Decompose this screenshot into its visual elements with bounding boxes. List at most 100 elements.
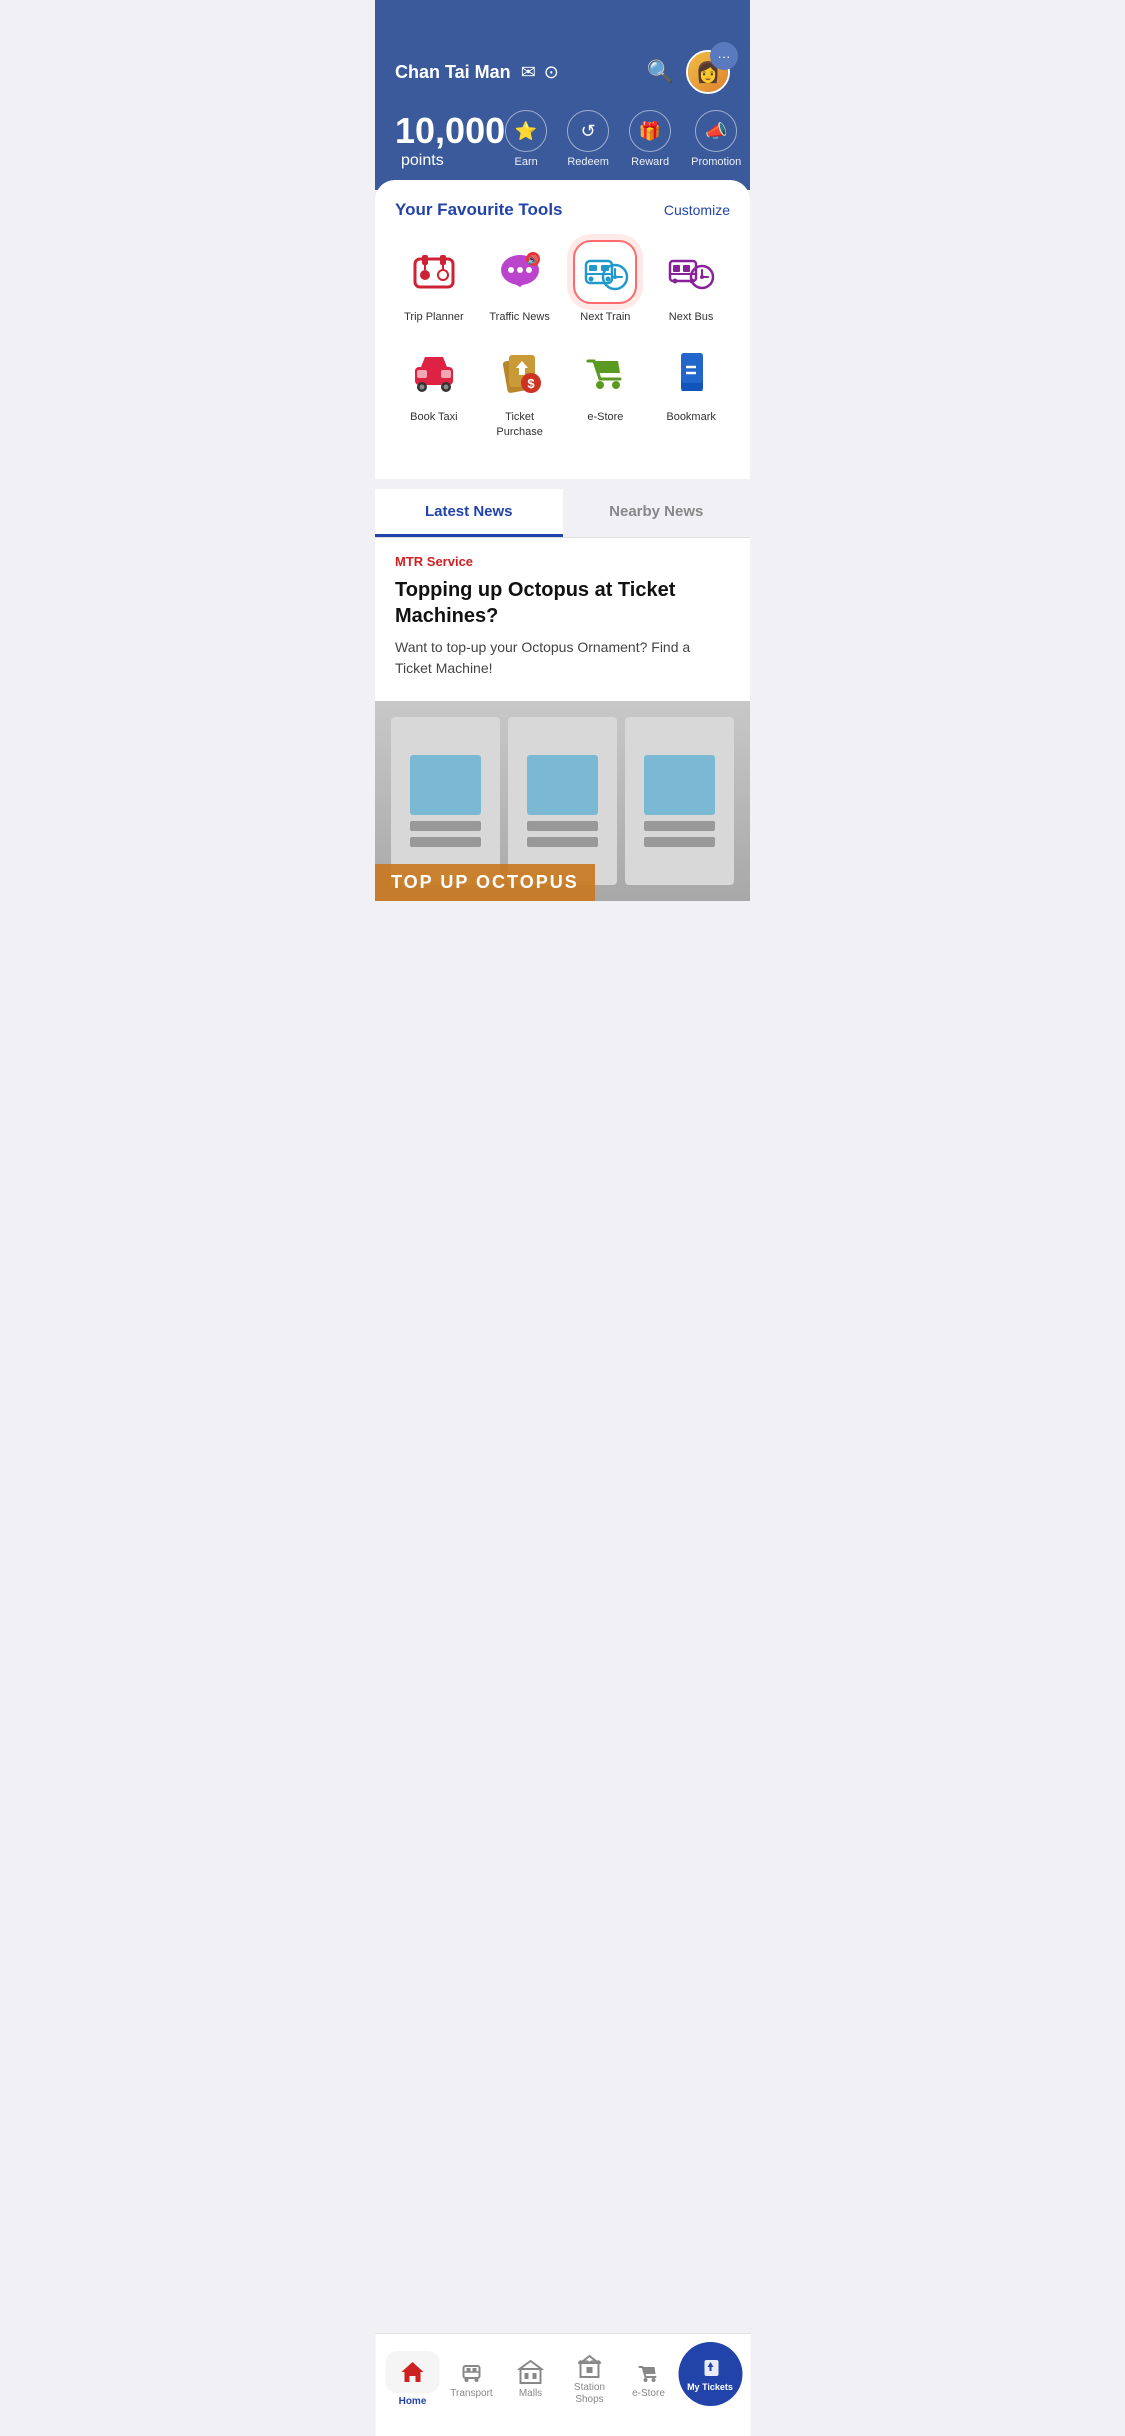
machine-slot-6 [644,837,715,847]
header-top: Chan Tai Man ✉ ⊙ 🔍 👩 ··· [395,50,730,94]
machine-1 [391,717,500,885]
mail-icon[interactable]: ✉ [521,62,536,83]
tool-bookmark[interactable]: Bookmark [652,340,730,439]
quick-action-redeem[interactable]: ↺ Redeem [567,110,609,168]
ticket-purchase-label: Ticket Purchase [481,410,559,439]
home-icon [400,2359,426,2385]
tool-book-taxi[interactable]: Book Taxi [395,340,473,439]
news-tabs: Latest News Nearby News [375,489,750,538]
trip-planner-label: Trip Planner [404,310,464,324]
customize-button[interactable]: Customize [664,202,730,218]
next-train-icon [578,245,632,299]
next-bus-label: Next Bus [669,310,714,324]
reward-icon: 🎁 [629,110,671,152]
tool-traffic-news[interactable]: 🔊 Traffic News [481,240,559,324]
next-train-label: Next Train [580,310,630,324]
nav-malls[interactable]: Malls [501,2355,560,2403]
search-icon[interactable]: 🔍 [647,59,674,85]
tab-nearby-news[interactable]: Nearby News [563,489,751,537]
trip-planner-icon [407,245,461,299]
next-bus-icon-wrap [659,240,723,304]
header-right: 🔍 👩 ··· [647,50,730,94]
transport-label: Transport [450,2388,492,2399]
quick-action-promotion[interactable]: 📣 Promotion [691,110,741,168]
header-user-icons: ✉ ⊙ [521,62,559,83]
tool-next-bus[interactable]: Next Bus [652,240,730,324]
bookmark-label: Bookmark [666,410,716,424]
bottom-nav: Home Transport Malls StationShops [375,2333,750,2436]
chat-bubble-icon[interactable]: ··· [710,42,738,70]
nav-home[interactable]: Home [383,2347,442,2411]
next-train-icon-wrap [573,240,637,304]
svg-text:$: $ [527,376,535,391]
book-taxi-icon [407,345,461,399]
e-store-icon [578,345,632,399]
news-description: Want to top-up your Octopus Ornament? Fi… [395,637,730,679]
e-store-icon-wrap [573,340,637,404]
transport-icon [459,2359,485,2385]
nav-transport[interactable]: Transport [442,2355,501,2403]
tool-trip-planner[interactable]: Trip Planner [395,240,473,324]
redeem-label: Redeem [567,156,609,168]
machine-screen-2 [527,755,598,815]
tool-ticket-purchase[interactable]: $ Ticket Purchase [481,340,559,439]
book-taxi-icon-wrap [402,340,466,404]
trip-planner-icon-wrap [402,240,466,304]
home-bg [386,2351,440,2393]
home-label: Home [399,2396,427,2407]
news-image: TOP UP OCTOPUS [375,701,750,901]
machine-2 [508,717,617,885]
quick-action-earn[interactable]: ⭐ Earn [505,110,547,168]
news-content: MTR Service Topping up Octopus at Ticket… [375,538,750,689]
machine-screen-1 [410,755,481,815]
bookmark-icon-wrap [659,340,723,404]
tool-e-store[interactable]: e-Store [567,340,645,439]
malls-label: Malls [519,2388,542,2399]
machine-slot-2 [410,837,481,847]
header: Chan Tai Man ✉ ⊙ 🔍 👩 ··· 10,000 points ⭐ [375,0,750,190]
nav-e-store[interactable]: e-Store [619,2355,678,2403]
my-tickets-label: My Tickets [687,2382,733,2392]
quick-actions: ⭐ Earn ↺ Redeem 🎁 Reward 📣 Promotion [505,110,741,168]
points-label: points [401,152,444,169]
reward-label: Reward [631,156,669,168]
my-tickets-button[interactable]: My Tickets [678,2342,742,2406]
machine-screen-3 [644,755,715,815]
promotion-icon: 📣 [695,110,737,152]
station-shops-label: StationShops [574,2382,605,2406]
tab-latest-news[interactable]: Latest News [375,489,563,537]
tool-next-train[interactable]: Next Train [567,240,645,324]
traffic-news-icon: 🔊 [493,245,547,299]
earn-icon: ⭐ [505,110,547,152]
station-shops-icon [577,2353,603,2379]
traffic-news-icon-wrap: 🔊 [488,240,552,304]
points-row: 10,000 points ⭐ Earn ↺ Redeem 🎁 Reward 📣… [395,110,730,170]
machine-3 [625,717,734,885]
quick-action-reward[interactable]: 🎁 Reward [629,110,671,168]
user-name: Chan Tai Man [395,62,511,83]
book-taxi-label: Book Taxi [410,410,458,424]
bottom-spacer [375,901,750,991]
news-title: Topping up Octopus at Ticket Machines? [395,577,730,629]
tools-title: Your Favourite Tools [395,200,563,220]
redeem-icon: ↺ [567,110,609,152]
tools-header: Your Favourite Tools Customize [395,200,730,220]
e-store-nav-label: e-Store [632,2388,665,2399]
avatar-container: 👩 ··· [686,50,730,94]
tools-section: Your Favourite Tools Customize Trip Plan… [375,180,750,479]
machine-slot-5 [644,821,715,831]
earn-label: Earn [514,156,537,168]
tools-grid: Trip Planner 🔊 Traffic News [395,240,730,439]
news-section: Latest News Nearby News MTR Service Topp… [375,489,750,901]
next-bus-icon [664,245,718,299]
bookmark-icon [664,345,718,399]
nav-station-shops[interactable]: StationShops [560,2349,619,2410]
promotion-label: Promotion [691,156,741,168]
user-icon[interactable]: ⊙ [544,62,559,83]
machine-slot-3 [527,821,598,831]
machine-slot-1 [410,821,481,831]
traffic-news-label: Traffic News [489,310,550,324]
malls-icon [518,2359,544,2385]
machine-slot-4 [527,837,598,847]
points-value: 10,000 [395,110,505,151]
